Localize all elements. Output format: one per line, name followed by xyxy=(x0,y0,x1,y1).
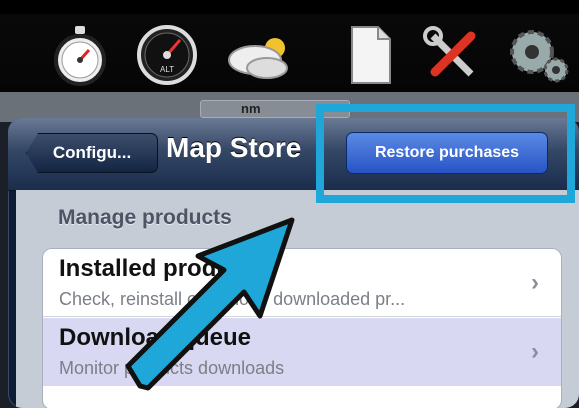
back-button[interactable]: Configu... xyxy=(26,133,158,173)
page-title: Map Store xyxy=(166,132,302,163)
weather-cloud-icon[interactable] xyxy=(222,24,296,86)
document-icon[interactable] xyxy=(346,24,396,86)
speedometer-icon[interactable]: ALT xyxy=(134,24,200,86)
svg-text:ALT: ALT xyxy=(160,65,174,74)
chevron-right-icon: › xyxy=(531,338,539,365)
highlight-box xyxy=(316,104,575,203)
annotation-arrow xyxy=(125,217,295,391)
chevron-right-icon: › xyxy=(531,269,539,296)
scale-label: nm xyxy=(241,101,261,116)
tools-icon[interactable] xyxy=(418,24,486,86)
status-strip xyxy=(0,0,579,14)
gear-icon[interactable] xyxy=(504,24,574,86)
top-toolbar: ALT xyxy=(0,0,579,92)
stopwatch-icon[interactable] xyxy=(48,24,112,86)
